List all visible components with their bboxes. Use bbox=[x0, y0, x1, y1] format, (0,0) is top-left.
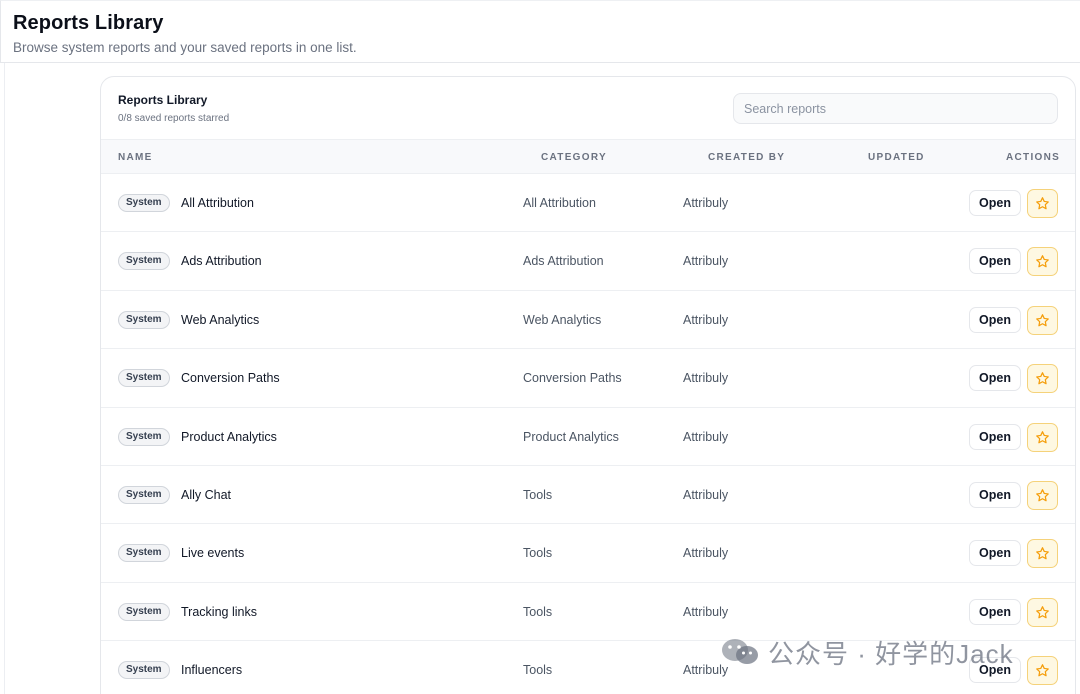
star-button[interactable] bbox=[1027, 539, 1058, 569]
open-button[interactable]: Open bbox=[969, 248, 1021, 275]
system-badge: System bbox=[118, 602, 170, 621]
star-outline-icon bbox=[1036, 605, 1049, 619]
system-badge: System bbox=[118, 369, 170, 388]
watermark: 公众号 · 好学的Jack bbox=[720, 632, 1014, 672]
star-button[interactable] bbox=[1027, 480, 1058, 510]
column-header-name[interactable]: NAME bbox=[118, 152, 153, 163]
report-name[interactable]: Conversion Paths bbox=[181, 371, 280, 385]
star-outline-icon bbox=[1036, 372, 1049, 385]
report-category: Tools bbox=[523, 663, 553, 678]
card-header: Reports Library 0/8 saved reports starre… bbox=[101, 77, 1075, 139]
star-outline-icon bbox=[1036, 197, 1049, 210]
star-button[interactable] bbox=[1027, 189, 1058, 218]
report-name[interactable]: Tracking links bbox=[181, 605, 257, 619]
report-created-by: Attribuly bbox=[683, 371, 729, 386]
system-badge: System bbox=[118, 252, 170, 271]
report-created-by: Attribuly bbox=[683, 546, 729, 561]
left-divider bbox=[4, 63, 5, 694]
report-created-by: Attribuly bbox=[683, 487, 729, 502]
report-name[interactable]: Product Analytics bbox=[181, 430, 277, 444]
report-created-by: Attribuly bbox=[683, 429, 729, 444]
report-name[interactable]: Influencers bbox=[181, 663, 242, 677]
star-outline-icon bbox=[1036, 313, 1049, 327]
system-badge: System bbox=[118, 661, 170, 680]
open-button[interactable]: Open bbox=[969, 365, 1021, 392]
page-header: Reports Library Browse system reports an… bbox=[0, 0, 1080, 63]
page-subtitle: Browse system reports and your saved rep… bbox=[13, 40, 357, 55]
open-button[interactable]: Open bbox=[969, 423, 1021, 450]
star-button[interactable] bbox=[1027, 305, 1058, 335]
open-button[interactable]: Open bbox=[969, 481, 1021, 508]
column-header-updated[interactable]: UPDATED bbox=[868, 152, 925, 163]
system-badge: System bbox=[118, 194, 170, 212]
open-button[interactable]: Open bbox=[969, 598, 1021, 625]
reports-library-page: Reports Library Browse system reports an… bbox=[0, 0, 1080, 694]
report-name[interactable]: All Attribution bbox=[181, 196, 254, 210]
page-title: Reports Library bbox=[13, 12, 164, 34]
report-name[interactable]: Live events bbox=[181, 546, 244, 560]
table-header: NAME CATEGORY CREATED BY UPDATED ACTIONS bbox=[101, 139, 1075, 174]
starred-count: 0/8 saved reports starred bbox=[118, 113, 230, 124]
report-category: Tools bbox=[523, 546, 553, 561]
star-outline-icon bbox=[1036, 489, 1049, 502]
star-button[interactable] bbox=[1027, 247, 1058, 277]
report-name[interactable]: Ally Chat bbox=[181, 488, 231, 502]
column-header-actions: ACTIONS bbox=[1006, 152, 1061, 163]
open-button[interactable]: Open bbox=[969, 190, 1021, 216]
report-name[interactable]: Web Analytics bbox=[181, 313, 259, 327]
system-badge: System bbox=[118, 310, 170, 329]
column-header-created-by[interactable]: CREATED BY bbox=[708, 152, 785, 163]
open-button[interactable]: Open bbox=[969, 306, 1021, 333]
star-outline-icon bbox=[1036, 430, 1049, 443]
star-button[interactable] bbox=[1027, 656, 1058, 686]
system-badge: System bbox=[118, 544, 170, 563]
report-name[interactable]: Ads Attribution bbox=[181, 254, 262, 268]
report-category: Tools bbox=[523, 487, 553, 502]
open-button[interactable]: Open bbox=[969, 540, 1021, 567]
watermark-text: 公众号 · 好学的Jack bbox=[768, 638, 1014, 669]
table-row[interactable]: System Ally Chat Tools Attribuly Open bbox=[101, 466, 1075, 525]
star-outline-icon bbox=[1036, 547, 1049, 560]
card-title: Reports Library bbox=[118, 93, 208, 107]
report-created-by: Attribuly bbox=[683, 604, 729, 619]
star-outline-icon bbox=[1036, 255, 1049, 268]
report-category: Tools bbox=[523, 604, 553, 619]
report-created-by: Attribuly bbox=[683, 196, 729, 210]
table-row[interactable]: System All Attribution All Attribution A… bbox=[101, 174, 1075, 233]
report-category: Ads Attribution bbox=[523, 254, 604, 269]
reports-card: Reports Library 0/8 saved reports starre… bbox=[100, 76, 1076, 694]
report-category: Web Analytics bbox=[523, 312, 602, 327]
report-category: All Attribution bbox=[523, 196, 596, 210]
table-body: System All Attribution All Attribution A… bbox=[101, 174, 1075, 694]
table-row[interactable]: System Ads Attribution Ads Attribution A… bbox=[101, 232, 1075, 291]
report-category: Product Analytics bbox=[523, 429, 619, 444]
star-button[interactable] bbox=[1027, 597, 1058, 627]
table-row[interactable]: System Product Analytics Product Analyti… bbox=[101, 408, 1075, 466]
report-created-by: Attribuly bbox=[683, 312, 729, 327]
system-badge: System bbox=[118, 485, 170, 504]
system-badge: System bbox=[118, 427, 170, 446]
star-button[interactable] bbox=[1027, 422, 1058, 452]
wechat-icon bbox=[722, 639, 758, 664]
table-row[interactable]: System Conversion Paths Conversion Paths… bbox=[101, 349, 1075, 408]
report-created-by: Attribuly bbox=[683, 254, 729, 269]
table-row[interactable]: System Live events Tools Attribuly Open bbox=[101, 524, 1075, 583]
column-header-category[interactable]: CATEGORY bbox=[541, 152, 607, 163]
search-input[interactable] bbox=[733, 93, 1058, 124]
table-row[interactable]: System Web Analytics Web Analytics Attri… bbox=[101, 291, 1075, 350]
star-outline-icon bbox=[1036, 664, 1049, 677]
star-button[interactable] bbox=[1027, 364, 1058, 394]
report-category: Conversion Paths bbox=[523, 371, 622, 386]
